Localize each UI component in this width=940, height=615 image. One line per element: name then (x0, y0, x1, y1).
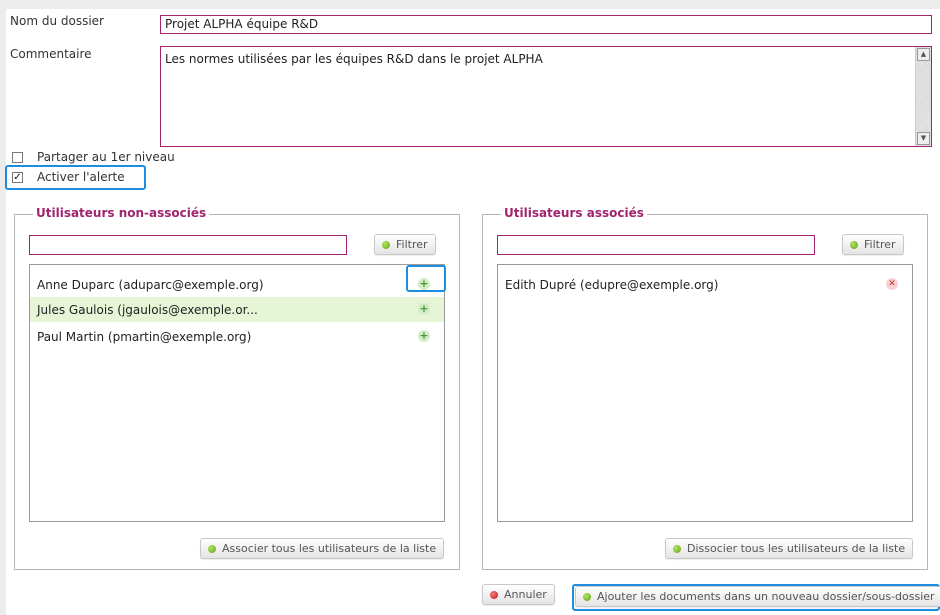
unassociated-users-title: Utilisateurs non-associés (33, 206, 210, 220)
associated-filter-button[interactable]: Filtrer (842, 234, 904, 255)
associated-users-list: Edith Dupré (edupre@exemple.org) ✕ (497, 264, 913, 522)
comment-label: Commentaire (10, 47, 92, 61)
share-checkbox[interactable] (12, 151, 23, 163)
green-dot-icon (673, 544, 681, 553)
unassociated-filter-label: Filtrer (396, 238, 428, 251)
list-item[interactable]: Edith Dupré (edupre@exemple.org) ✕ (498, 272, 912, 297)
red-dot-icon (490, 590, 498, 599)
associated-filter-label: Filtrer (864, 238, 896, 251)
plus-icon-highlight (406, 265, 446, 292)
dissociate-all-label: Dissocier tous les utilisateurs de la li… (687, 542, 906, 555)
comment-textarea[interactable]: Les normes utilisées par les équipes R&D… (160, 46, 932, 147)
folder-name-label: Nom du dossier (10, 14, 104, 28)
unassociated-users-list: Anne Duparc (aduparc@exemple.org) + Jule… (29, 264, 445, 522)
cancel-button[interactable]: Annuler (482, 584, 555, 605)
associated-filter-input[interactable] (497, 235, 815, 255)
alert-checkbox[interactable]: ✓ (12, 171, 23, 183)
submit-button[interactable]: Ajouter les documents dans un nouveau do… (575, 586, 940, 607)
user-label: Jules Gaulois (jgaulois@exemple.or... (37, 302, 258, 317)
alert-label: Activer l'alerte (37, 170, 125, 184)
associate-all-button[interactable]: Associer tous les utilisateurs de la lis… (200, 538, 445, 559)
share-option[interactable]: Partager au 1er niveau (12, 150, 175, 164)
green-dot-icon (583, 592, 591, 601)
green-dot-icon (382, 240, 390, 249)
green-dot-icon (850, 240, 858, 249)
unassociated-filter-input[interactable] (29, 235, 347, 255)
submit-label: Ajouter les documents dans un nouveau do… (597, 590, 935, 603)
dissociate-all-button[interactable]: Dissocier tous les utilisateurs de la li… (665, 538, 914, 559)
user-label: Paul Martin (pmartin@exemple.org) (37, 329, 252, 344)
folder-name-input[interactable]: Projet ALPHA équipe R&D (160, 15, 932, 34)
share-label: Partager au 1er niveau (37, 150, 175, 164)
comment-scrollbar[interactable]: ▲ ▼ (915, 47, 931, 146)
scroll-up-icon[interactable]: ▲ (917, 48, 930, 61)
alert-option[interactable]: ✓ Activer l'alerte (12, 170, 125, 184)
plus-icon[interactable]: + (418, 330, 430, 342)
user-label: Edith Dupré (edupre@exemple.org) (505, 277, 719, 292)
associate-all-label: Associer tous les utilisateurs de la lis… (222, 542, 437, 555)
unassociated-filter-button[interactable]: Filtrer (374, 234, 436, 255)
green-dot-icon (208, 544, 216, 553)
list-item[interactable]: Anne Duparc (aduparc@exemple.org) + (30, 272, 444, 297)
user-label: Anne Duparc (aduparc@exemple.org) (37, 277, 264, 292)
list-item[interactable]: Paul Martin (pmartin@exemple.org) + (30, 324, 444, 349)
remove-icon[interactable]: ✕ (886, 278, 898, 290)
associated-users-title: Utilisateurs associés (501, 206, 647, 220)
cancel-label: Annuler (504, 588, 547, 601)
list-item[interactable]: Jules Gaulois (jgaulois@exemple.or... + (30, 297, 444, 322)
comment-text: Les normes utilisées par les équipes R&D… (165, 52, 543, 66)
scroll-down-icon[interactable]: ▼ (917, 132, 930, 145)
plus-icon[interactable]: + (418, 303, 430, 315)
